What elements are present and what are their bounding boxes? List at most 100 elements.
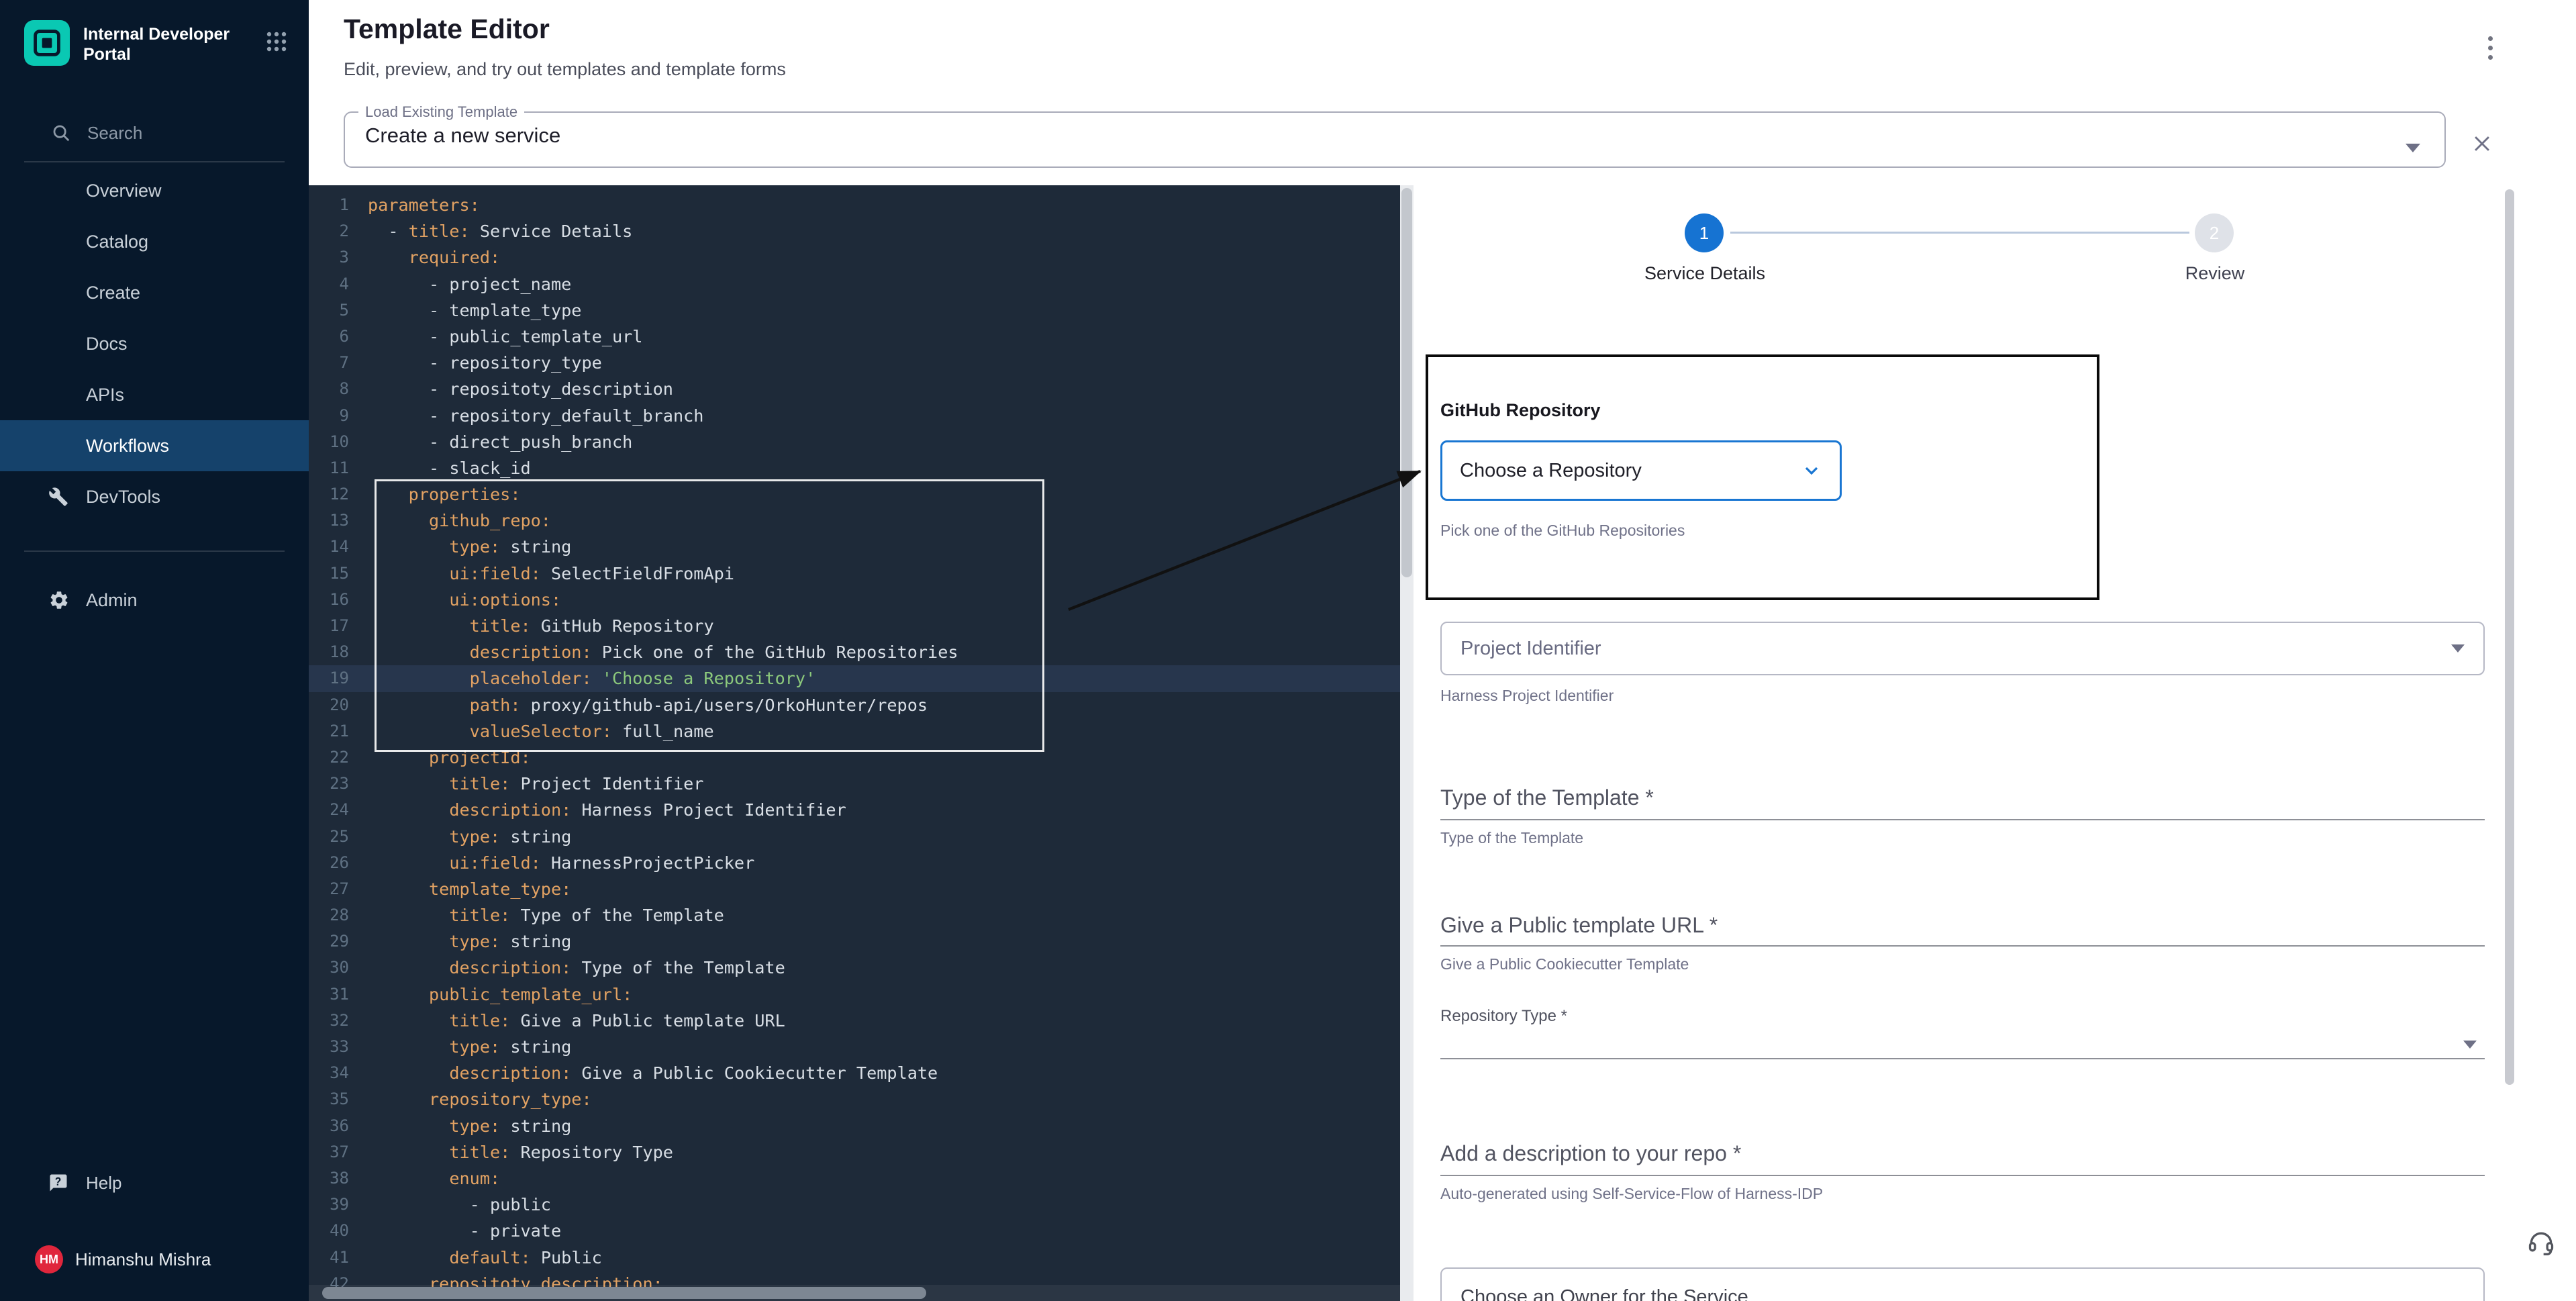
sidebar-item-admin[interactable]: Admin	[0, 575, 309, 626]
code-line: 5 - template_type	[309, 297, 1400, 324]
line-number: 37	[309, 1139, 349, 1165]
code-line: 12 properties:	[309, 481, 1400, 508]
line-number: 17	[309, 613, 349, 639]
code-line: 41 default: Public	[309, 1245, 1400, 1271]
owner-select[interactable]: Choose an Owner for the Service	[1440, 1267, 2485, 1301]
line-number: 8	[309, 376, 349, 402]
code-line: 19 placeholder: 'Choose a Repository'	[309, 665, 1400, 691]
line-number: 10	[309, 429, 349, 455]
public-url-input[interactable]	[1440, 945, 2485, 947]
kebab-menu-icon[interactable]	[2477, 34, 2504, 66]
project-identifier-helper: Harness Project Identifier	[1440, 686, 1614, 705]
page-subtitle: Edit, preview, and try out templates and…	[344, 59, 786, 80]
code-line: 18 description: Pick one of the GitHub R…	[309, 639, 1400, 665]
app-title: Internal Developer Portal	[83, 20, 242, 64]
logo-icon	[24, 20, 70, 66]
sidebar-divider	[24, 161, 285, 162]
sidebar: Internal Developer Portal Search Overvie…	[0, 0, 309, 1301]
line-number: 39	[309, 1192, 349, 1218]
code-line: 14 type: string	[309, 534, 1400, 560]
sidebar-item-devtools[interactable]: DevTools	[0, 471, 309, 522]
code-line: 3 required:	[309, 244, 1400, 271]
load-template-select[interactable]: Load Existing Template Create a new serv…	[344, 103, 2446, 168]
line-number: 32	[309, 1008, 349, 1034]
user-profile[interactable]: HM Himanshu Mishra	[0, 1241, 309, 1278]
code-line: 24 description: Harness Project Identifi…	[309, 797, 1400, 823]
sidebar-item-catalog[interactable]: Catalog	[0, 216, 309, 267]
help-icon	[48, 1173, 68, 1193]
code-line: 23 title: Project Identifier	[309, 771, 1400, 797]
line-number: 40	[309, 1218, 349, 1244]
brand[interactable]: Internal Developer Portal	[24, 20, 287, 66]
sidebar-nav: OverviewCatalog Create Docs APIsWorkflowsDe…	[0, 165, 309, 522]
line-number: 9	[309, 403, 349, 429]
repository-type-select[interactable]	[1440, 1058, 2485, 1059]
project-identifier-value: Project Identifier	[1460, 638, 1601, 660]
line-number: 16	[309, 587, 349, 613]
sidebar-item-admin-label: Admin	[86, 590, 138, 611]
repo-description-helper: Auto-generated using Self-Service-Flow o…	[1440, 1184, 1823, 1203]
code-line: 34 description: Give a Public Cookiecutt…	[309, 1060, 1400, 1086]
sidebar-item-apis[interactable]: APIs	[0, 369, 309, 420]
code-line: 6 - public_template_url	[309, 324, 1400, 350]
public-url-helper: Give a Public Cookiecutter Template	[1440, 955, 1689, 973]
code-line: 31 public_template_url:	[309, 981, 1400, 1008]
user-name: Himanshu Mishra	[75, 1249, 211, 1270]
code-line: 27 template_type:	[309, 876, 1400, 902]
code-line: 13 github_repo:	[309, 508, 1400, 534]
line-number: 36	[309, 1113, 349, 1139]
line-number: 18	[309, 639, 349, 665]
github-repository-helper: Pick one of the GitHub Repositories	[1440, 521, 1685, 540]
line-number: 3	[309, 244, 349, 271]
repo-description-input[interactable]	[1440, 1175, 2485, 1176]
code-editor[interactable]: 1parameters:2 - title: Service Details3 …	[309, 185, 1400, 1301]
pane-resizer[interactable]	[1400, 185, 1414, 1301]
line-number: 28	[309, 902, 349, 928]
support-icon[interactable]	[2524, 1224, 2559, 1259]
sidebar-item-create[interactable]: Create	[0, 267, 309, 318]
github-repository-select[interactable]: Choose a Repository	[1440, 440, 1842, 501]
code-line: 39 - public	[309, 1192, 1400, 1218]
chevron-down-icon	[2406, 144, 2420, 152]
editor-horizontal-scrollbar[interactable]	[309, 1285, 1400, 1301]
line-number: 7	[309, 350, 349, 376]
template-type-helper: Type of the Template	[1440, 828, 1583, 847]
wrench-icon	[48, 487, 68, 507]
code-line: 8 - repositoty_description	[309, 376, 1400, 402]
stepper-step-2[interactable]: 2	[2195, 213, 2234, 252]
page-scrollbar[interactable]	[2505, 189, 2514, 1085]
line-number: 23	[309, 771, 349, 797]
sidebar-item-help[interactable]: Help	[0, 1163, 309, 1203]
stepper-step-1[interactable]: 1	[1685, 213, 1724, 252]
apps-grid-icon[interactable]	[266, 20, 287, 58]
editor-vertical-scrollbar-thumb[interactable]	[1401, 188, 1412, 577]
close-icon[interactable]	[2469, 130, 2495, 157]
line-number: 12	[309, 481, 349, 508]
app-root: Internal Developer Portal Search Overvie…	[0, 0, 2576, 1301]
line-number: 5	[309, 297, 349, 324]
code-line: 21 valueSelector: full_name	[309, 718, 1400, 744]
owner-select-label: Choose an Owner for the Service	[1460, 1286, 1748, 1301]
project-identifier-select[interactable]: Project Identifier	[1440, 622, 2485, 675]
page-title: Template Editor	[344, 13, 550, 45]
line-number: 2	[309, 218, 349, 244]
sidebar-item-workflows[interactable]: Workflows	[0, 420, 309, 471]
code-line: 28 title: Type of the Template	[309, 902, 1400, 928]
sidebar-item-label: Docs	[86, 334, 128, 354]
code-line: 20 path: proxy/github-api/users/OrkoHunt…	[309, 692, 1400, 718]
sidebar-search[interactable]: Search	[0, 113, 309, 153]
stepper-step-1-label: Service Details	[1644, 263, 1765, 284]
line-number: 29	[309, 928, 349, 955]
template-type-label: Type of the Template *	[1440, 784, 1654, 811]
sidebar-item-docs[interactable]: Docs	[0, 318, 309, 369]
sidebar-item-overview[interactable]: Overview	[0, 165, 309, 216]
template-type-input[interactable]	[1440, 819, 2485, 820]
code-line: 25 type: string	[309, 824, 1400, 850]
sidebar-item-label: Create	[86, 283, 140, 303]
github-repository-label: GitHub Repository	[1440, 400, 1601, 421]
line-number: 6	[309, 324, 349, 350]
line-number: 38	[309, 1165, 349, 1192]
sidebar-divider	[24, 550, 285, 552]
code-line: 29 type: string	[309, 928, 1400, 955]
line-number: 20	[309, 692, 349, 718]
